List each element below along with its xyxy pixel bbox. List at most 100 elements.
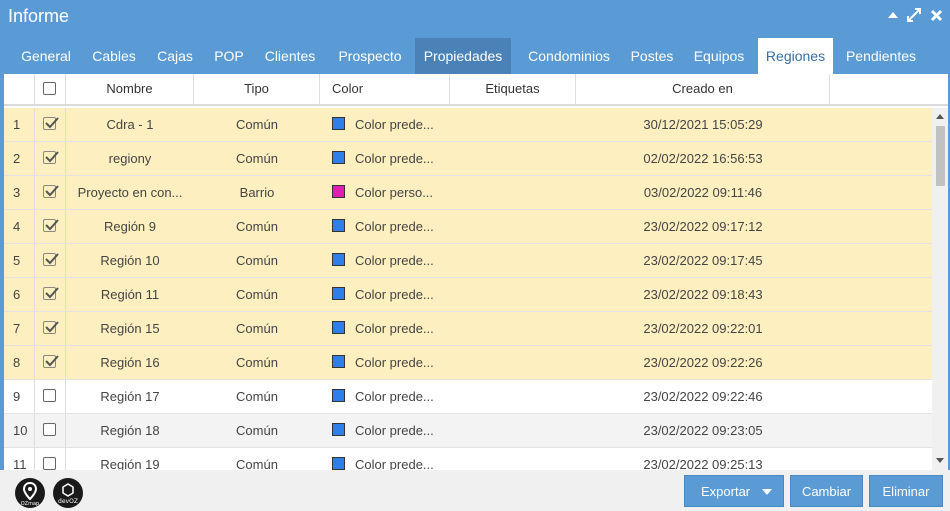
row-checkbox[interactable] xyxy=(43,457,56,470)
tab-bar: General Cables Cajas POP Clientes Prospe… xyxy=(0,38,950,74)
row-select-cell xyxy=(35,448,66,470)
tab-condominios[interactable]: Condominios xyxy=(516,38,622,74)
tab-clientes[interactable]: Clientes xyxy=(256,38,324,74)
color-swatch xyxy=(332,457,345,470)
row-checkbox[interactable] xyxy=(43,253,59,266)
row-checkbox[interactable] xyxy=(43,117,59,130)
table-row[interactable]: 2 regiony Común Color prede... 02/02/2022 16… xyxy=(4,142,932,176)
row-index: 10 xyxy=(4,414,35,447)
maximize-icon[interactable] xyxy=(906,7,922,23)
row-select-cell xyxy=(35,176,66,209)
table-row[interactable]: 5 Región 10 Común Color prede... 23/02/2022 … xyxy=(4,244,932,278)
tab-cables[interactable]: Cables xyxy=(84,38,144,74)
row-tipo: Común xyxy=(236,389,278,404)
row-etiquetas xyxy=(450,210,576,243)
regions-table: Nombre Tipo Color Etiquetas Creado en 1 C… xyxy=(4,74,948,470)
row-index: 7 xyxy=(4,312,35,345)
tab-pendientes[interactable]: Pendientes xyxy=(836,38,926,74)
check-icon xyxy=(45,287,59,299)
row-select-cell xyxy=(35,278,66,311)
row-select-cell xyxy=(35,380,66,413)
header-nombre[interactable]: Nombre xyxy=(66,74,194,104)
table-header: Nombre Tipo Color Etiquetas Creado en xyxy=(4,74,948,106)
scrollbar-thumb[interactable] xyxy=(936,126,945,186)
scroll-down-icon[interactable] xyxy=(935,457,945,464)
export-button[interactable]: Exportar xyxy=(684,475,784,507)
vertical-scrollbar[interactable] xyxy=(932,108,948,470)
row-checkbox[interactable] xyxy=(43,423,56,436)
collapse-icon[interactable] xyxy=(885,7,901,23)
row-nombre: Región 11 xyxy=(100,287,160,302)
tab-postes[interactable]: Postes xyxy=(624,38,680,74)
row-etiquetas xyxy=(450,278,576,311)
header-tipo[interactable]: Tipo xyxy=(194,74,320,104)
row-etiquetas xyxy=(450,346,576,379)
tab-cajas[interactable]: Cajas xyxy=(150,38,200,74)
table-row[interactable]: 7 Región 15 Común Color prede... 23/02/2022 … xyxy=(4,312,932,346)
row-tipo: Común xyxy=(236,219,278,234)
table-row[interactable]: 9 Región 17 Común Color prede... 23/02/2022 … xyxy=(4,380,932,414)
tab-general[interactable]: General xyxy=(12,38,80,74)
table-row[interactable]: 8 Región 16 Común Color prede... 23/02/2022 … xyxy=(4,346,932,380)
header-creado-en[interactable]: Creado en xyxy=(576,74,830,104)
tab-prospecto[interactable]: Prospecto xyxy=(328,38,412,74)
close-icon[interactable] xyxy=(928,7,944,23)
tab-regiones[interactable]: Regiones xyxy=(758,38,833,74)
tab-equipos[interactable]: Equipos xyxy=(684,38,754,74)
header-color[interactable]: Color xyxy=(320,74,450,104)
row-etiquetas xyxy=(450,448,576,470)
row-color-label: Color prede... xyxy=(355,389,434,404)
tab-propiedades[interactable]: Propiedades xyxy=(415,38,511,74)
row-color-label: Color prede... xyxy=(355,423,434,438)
row-color: Color prede... xyxy=(320,108,450,141)
row-index: 5 xyxy=(4,244,35,277)
row-creado-en: 02/02/2022 16:56:53 xyxy=(643,151,763,166)
change-button[interactable]: Cambiar xyxy=(790,475,863,507)
row-color: Color prede... xyxy=(320,278,450,311)
row-checkbox[interactable] xyxy=(43,355,59,368)
row-color: Color prede... xyxy=(320,448,450,470)
row-checkbox[interactable] xyxy=(43,185,59,198)
ozmap-logo-text: OZmap xyxy=(21,501,39,507)
tab-pop[interactable]: POP xyxy=(206,38,252,74)
row-nombre: Región 15 xyxy=(100,321,160,336)
table-row[interactable]: 1 Cdra - 1 Común Color prede... 30/12/2021 1… xyxy=(4,108,932,142)
row-creado-en: 23/02/2022 09:22:01 xyxy=(643,321,763,336)
row-checkbox[interactable] xyxy=(43,151,59,164)
row-tipo: Común xyxy=(236,423,278,438)
row-checkbox[interactable] xyxy=(43,287,59,300)
row-index: 1 xyxy=(4,108,35,141)
table-row[interactable]: 10 Región 18 Común Color prede... 23/02/2022… xyxy=(4,414,932,448)
row-color-label: Color perso... xyxy=(355,185,434,200)
color-swatch xyxy=(332,219,345,232)
table-row[interactable]: 11 Región 19 Común Color prede... 23/02/2022… xyxy=(4,448,932,470)
row-creado-en: 30/12/2021 15:05:29 xyxy=(643,117,763,132)
row-etiquetas xyxy=(450,176,576,209)
scroll-up-icon[interactable] xyxy=(935,113,945,120)
row-checkbox[interactable] xyxy=(43,321,59,334)
table-row[interactable]: 4 Región 9 Común Color prede... 23/02/2022 0… xyxy=(4,210,932,244)
row-color-label: Color prede... xyxy=(355,355,434,370)
header-etiquetas[interactable]: Etiquetas xyxy=(450,74,576,104)
row-etiquetas xyxy=(450,414,576,447)
row-tipo: Común xyxy=(236,457,278,470)
row-creado-en: 23/02/2022 09:25:13 xyxy=(643,457,763,470)
row-select-cell xyxy=(35,108,66,141)
color-swatch xyxy=(332,151,345,164)
row-checkbox[interactable] xyxy=(43,389,56,402)
row-nombre: Región 10 xyxy=(100,253,160,268)
table-row[interactable]: 6 Región 11 Común Color prede... 23/02/2022 … xyxy=(4,278,932,312)
row-nombre: Cdra - 1 xyxy=(106,117,154,132)
row-checkbox[interactable] xyxy=(43,219,59,232)
row-select-cell xyxy=(35,210,66,243)
check-icon xyxy=(45,253,59,265)
footer-bar: OZmap devOZ Exportar Cambiar Eliminar xyxy=(0,470,950,511)
delete-button[interactable]: Eliminar xyxy=(869,475,943,507)
color-swatch xyxy=(332,423,345,436)
select-all-checkbox[interactable] xyxy=(43,82,56,95)
color-swatch xyxy=(332,355,345,368)
table-row[interactable]: 3 Proyecto en con... Barrio Color perso... 0… xyxy=(4,176,932,210)
row-nombre: Región 16 xyxy=(100,355,160,370)
row-index: 8 xyxy=(4,346,35,379)
row-color: Color prede... xyxy=(320,414,450,447)
